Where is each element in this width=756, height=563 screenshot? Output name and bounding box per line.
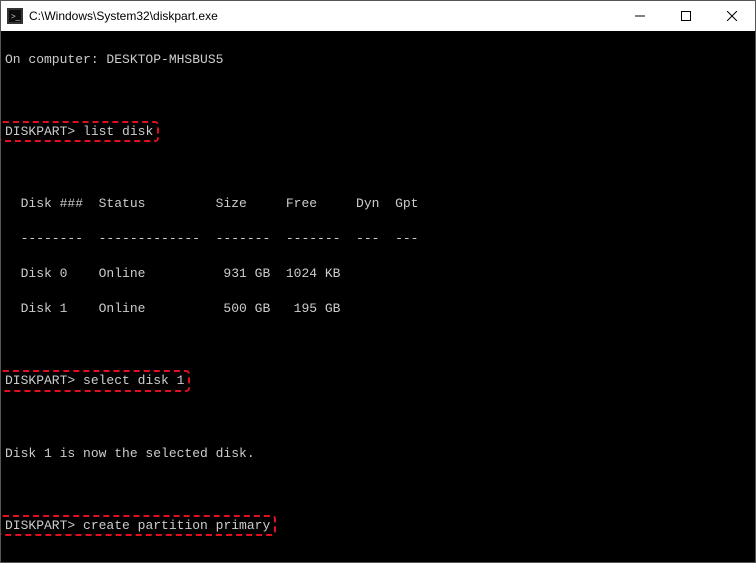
output-line: Disk 1 is now the selected disk. — [5, 445, 751, 463]
blank-line — [5, 86, 751, 104]
table-divider: -------- ------------- ------- ------- -… — [5, 230, 751, 248]
minimize-button[interactable] — [617, 1, 663, 31]
maximize-button[interactable] — [663, 1, 709, 31]
highlighted-command: DISKPART> list disk — [1, 121, 159, 143]
command-line: DISKPART> select disk 1 — [5, 370, 751, 392]
diskpart-window: >_ C:\Windows\System32\diskpart.exe On c… — [0, 0, 756, 563]
command-line: DISKPART> list disk — [5, 121, 751, 143]
table-row: Disk 0 Online 931 GB 1024 KB — [5, 265, 751, 283]
prompt: DISKPART> — [5, 518, 75, 533]
cmd-text: list disk — [83, 124, 153, 139]
blank-line — [5, 480, 751, 498]
command-line: DISKPART> create partition primary — [5, 515, 751, 537]
prompt: DISKPART> — [5, 373, 75, 388]
terminal-output[interactable]: On computer: DESKTOP-MHSBUS5 DISKPART> l… — [1, 31, 755, 562]
table-header: Disk ### Status Size Free Dyn Gpt — [5, 195, 751, 213]
window-controls — [617, 1, 755, 31]
highlighted-command: DISKPART> select disk 1 — [1, 370, 190, 392]
output-line: On computer: DESKTOP-MHSBUS5 — [5, 51, 751, 69]
table-row: Disk 1 Online 500 GB 195 GB — [5, 300, 751, 318]
svg-text:>_: >_ — [11, 12, 21, 21]
highlighted-command: DISKPART> create partition primary — [1, 515, 276, 537]
cmd-text: select disk 1 — [83, 373, 184, 388]
prompt: DISKPART> — [5, 124, 75, 139]
blank-line — [5, 554, 751, 562]
blank-line — [5, 409, 751, 427]
close-button[interactable] — [709, 1, 755, 31]
window-title: C:\Windows\System32\diskpart.exe — [29, 9, 617, 23]
titlebar[interactable]: >_ C:\Windows\System32\diskpart.exe — [1, 1, 755, 31]
blank-line — [5, 160, 751, 178]
cmd-icon: >_ — [7, 8, 23, 24]
blank-line — [5, 335, 751, 353]
cmd-text: create partition primary — [83, 518, 270, 533]
